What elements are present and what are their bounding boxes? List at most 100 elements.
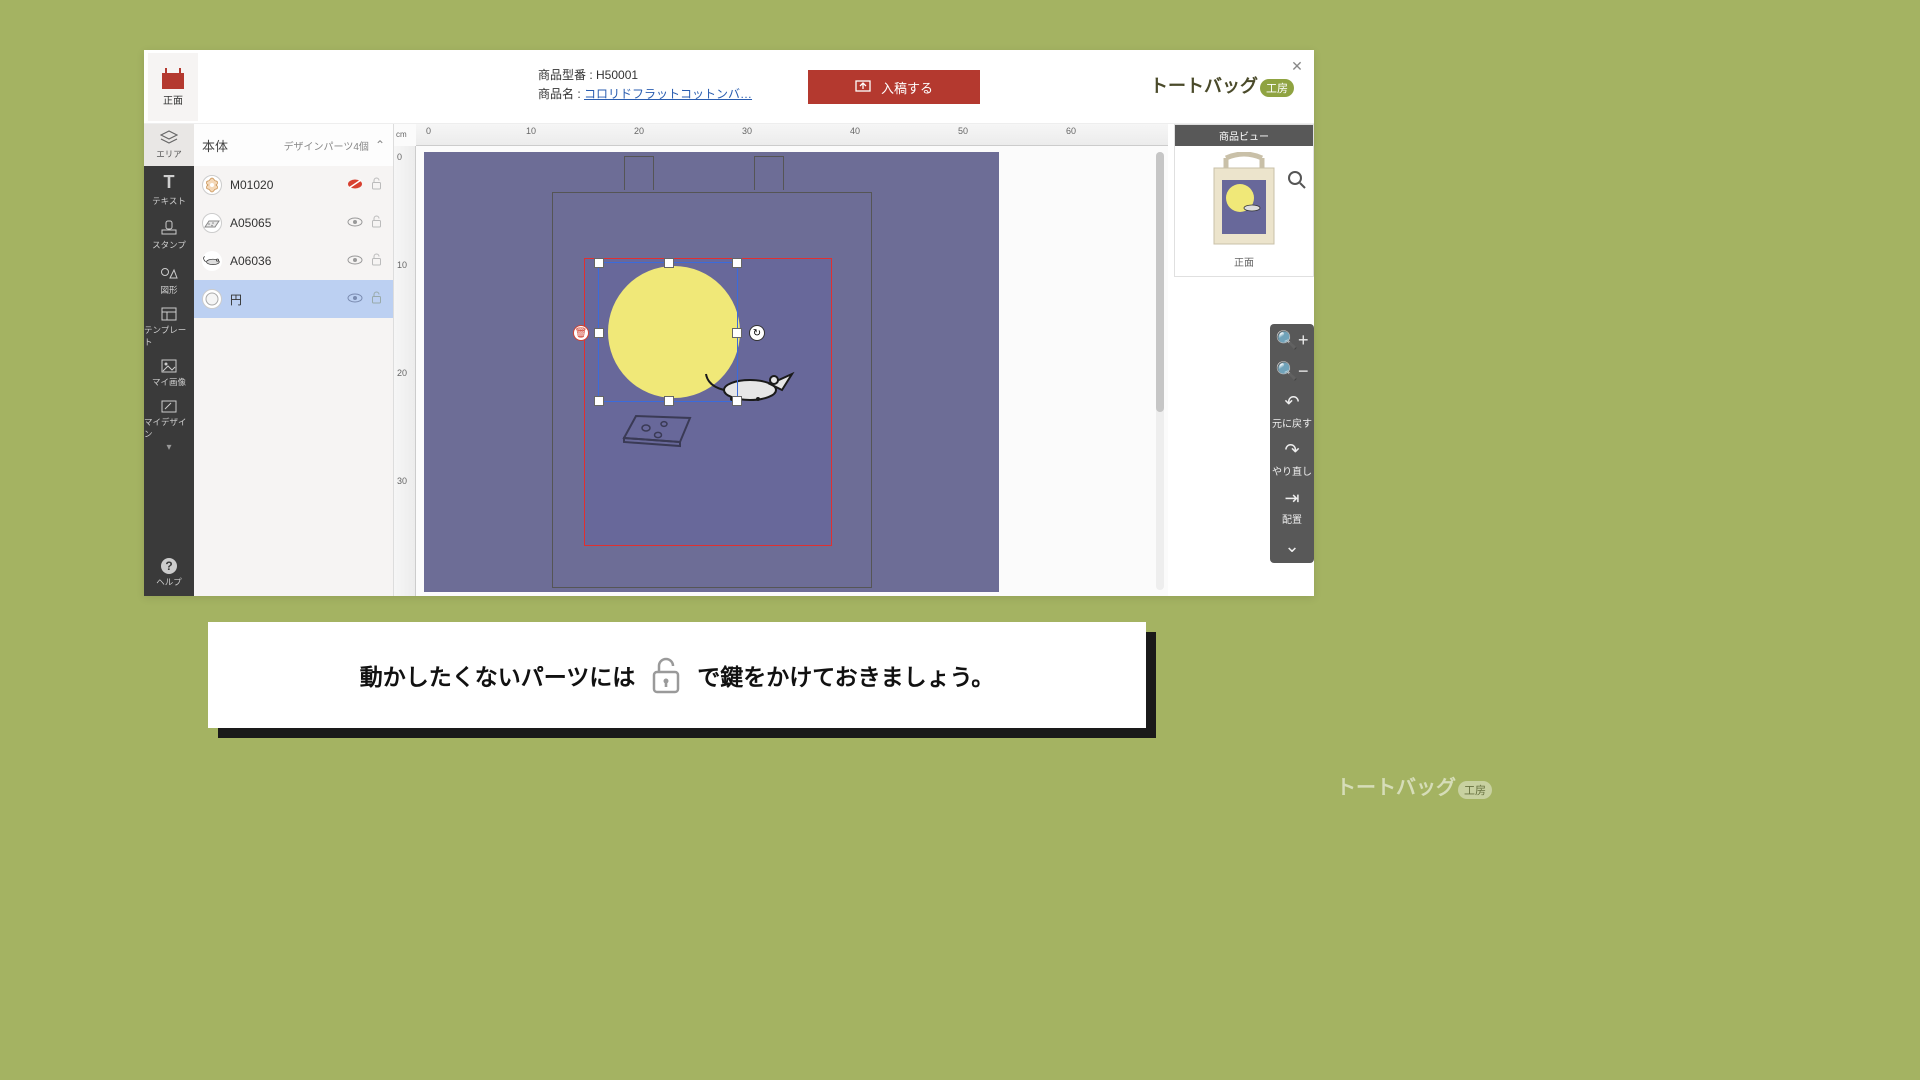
image-icon [160,358,178,374]
stamp-icon [160,219,178,237]
resize-handle[interactable] [732,396,742,406]
chevron-down-icon: ⌄ [1284,536,1299,557]
product-preview[interactable] [1204,152,1284,252]
layer-name: M01020 [230,178,339,192]
model-value: H50001 [596,68,638,82]
product-name-link[interactable]: コロリドフラットコットンバ… [584,87,752,101]
rotate-icon[interactable]: ↻ [749,325,765,341]
delete-icon[interactable]: 🗑 [573,325,589,341]
resize-handle[interactable] [594,328,604,338]
rail-mydesign[interactable]: マイデザイン [144,396,194,442]
caption-card: 動かしたくないパーツには で鍵をかけておきましょう。 [208,622,1146,728]
resize-handle[interactable] [594,396,604,406]
eye-icon[interactable] [347,254,363,268]
caption-text-post: で鍵をかけておきましょう。 [697,658,994,692]
ruler-horizontal: 0 10 20 30 40 50 60 [416,124,1168,146]
topbar: 正面 商品型番 : H50001 商品名 : コロリドフラットコットンバ… 入稿… [144,50,1314,124]
text-icon: T [164,172,175,193]
bag-handle [754,156,784,190]
rail-template[interactable]: テンプレート [144,304,194,350]
rail-shape[interactable]: 図形 [144,258,194,304]
resize-handle[interactable] [664,258,674,268]
layer-thumb [202,213,222,233]
mydesign-icon [160,398,178,414]
zoom-out-button[interactable]: 🔍− [1276,361,1309,382]
app-window: ✕ 正面 商品型番 : H50001 商品名 : コロリドフラットコットンバ… [144,50,1314,596]
product-meta: 商品型番 : H50001 商品名 : コロリドフラットコットンバ… [538,66,752,104]
submit-button[interactable]: 入稿する [808,70,980,104]
layers-icon [160,130,178,146]
placement-button[interactable]: ⇥配置 [1282,488,1302,526]
resize-handle[interactable] [594,258,604,268]
lock-icon[interactable] [371,215,385,231]
stamp-cheese[interactable] [618,406,698,450]
bag-handle [624,156,654,190]
redo-button[interactable]: ↷やり直し [1272,440,1312,478]
zoom-in-icon: 🔍+ [1276,330,1309,351]
model-label: 商品型番 : [538,68,593,82]
selection-box[interactable]: 🗑 ↻ [598,262,738,402]
resize-handle[interactable] [664,396,674,406]
product-view-front-label: 正面 [1234,254,1254,269]
eye-icon[interactable] [347,216,363,230]
tool-rail: エリア T テキスト スタンプ 図形 テンプレート マイ画像 [144,124,194,596]
rail-stamp[interactable]: スタンプ [144,212,194,258]
redo-icon: ↷ [1284,440,1299,461]
magnify-icon[interactable] [1287,170,1307,195]
layer-row[interactable]: A06036 [194,242,393,280]
layers-header: 本体 デザインパーツ4個 ⌃ [194,124,393,166]
bag-icon [160,66,186,90]
lock-icon[interactable] [371,177,385,193]
placement-icon: ⇥ [1284,488,1299,509]
ruler-unit: cm [396,130,407,139]
scrollbar-thumb[interactable] [1156,152,1164,412]
brand-logo: トートバッグ 工房 [1150,72,1294,98]
canvas-stage[interactable]: 🗑 ↻ [424,152,999,592]
corner-logo: トートバッグ 工房 [1336,771,1492,800]
rail-chevron-down[interactable]: ▾ [144,442,194,456]
view-tab-front[interactable]: 正面 [148,53,198,121]
eye-off-icon[interactable] [347,178,363,193]
layer-name: 円 [230,291,339,308]
layers-collapse[interactable]: ⌃ [375,138,385,152]
layer-row-selected[interactable]: 円 [194,280,393,318]
layer-row[interactable]: M01020 [194,166,393,204]
rail-myimage[interactable]: マイ画像 [144,350,194,396]
layer-thumb [202,251,222,271]
resize-handle[interactable] [732,328,742,338]
rail-area[interactable]: エリア [144,124,194,166]
zoom-in-button[interactable]: 🔍+ [1276,330,1309,351]
product-view-panel: 商品ビュー 正面 [1174,124,1314,277]
shapes-icon [160,266,178,282]
view-tab-label: 正面 [163,92,183,107]
scrollbar-vertical[interactable] [1156,152,1164,590]
undo-icon: ↶ [1284,392,1299,413]
undo-button[interactable]: ↶元に戻す [1272,392,1312,430]
name-label: 商品名 : [538,87,581,101]
main: エリア T テキスト スタンプ 図形 テンプレート マイ画像 [144,124,1314,596]
template-icon [160,306,178,322]
rail-help[interactable]: ? ヘルプ [144,550,194,596]
layer-name: A05065 [230,216,339,230]
help-icon: ? [161,558,177,574]
resize-handle[interactable] [732,258,742,268]
float-tool-panel: 🔍+ 🔍− ↶元に戻す ↷やり直し ⇥配置 ⌄ [1270,324,1314,563]
canvas-area: cm 0 10 20 30 40 50 60 0 10 20 30 [394,124,1168,596]
product-view-title: 商品ビュー [1175,125,1313,146]
lock-icon[interactable] [371,253,385,269]
layer-thumb [202,175,222,195]
submit-label: 入稿する [881,78,933,97]
layers-title: 本体 [202,136,278,155]
upload-icon [855,80,873,94]
eye-icon[interactable] [347,292,363,306]
right-pane: 商品ビュー 正面 🔍+ [1168,124,1314,596]
lock-icon[interactable] [371,291,385,307]
rail-text[interactable]: T テキスト [144,166,194,212]
ruler-vertical: 0 10 20 30 [394,146,416,596]
layer-thumb [202,289,222,309]
layers-panel: 本体 デザインパーツ4個 ⌃ M01020 [194,124,394,596]
layer-row[interactable]: A05065 [194,204,393,242]
layer-name: A06036 [230,254,339,268]
more-chevron-down[interactable]: ⌄ [1284,536,1299,557]
zoom-out-icon: 🔍− [1276,361,1309,382]
